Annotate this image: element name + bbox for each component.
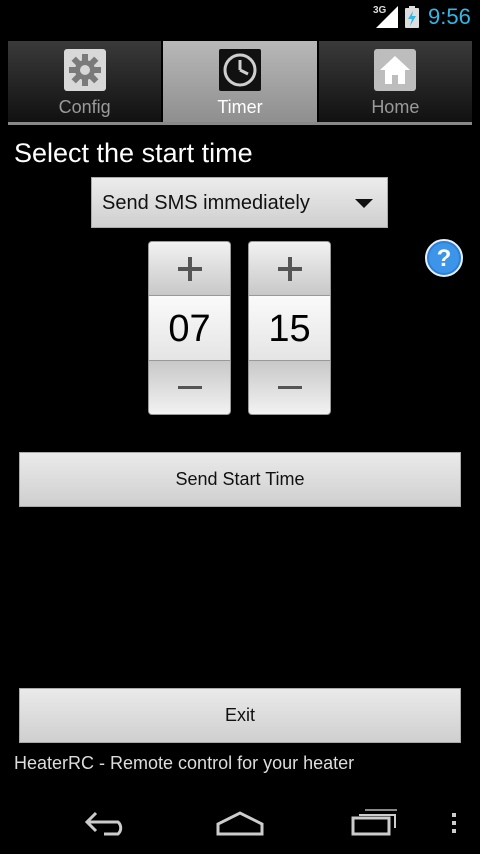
hour-decrement-button[interactable] (149, 360, 230, 414)
tab-config[interactable]: Config (8, 41, 164, 122)
overflow-menu-icon[interactable] (449, 812, 459, 834)
status-bar: 3G 9:56 (0, 0, 480, 34)
tab-timer[interactable]: Timer (163, 41, 319, 122)
exit-button[interactable]: Exit (19, 688, 461, 743)
tab-timer-label: Timer (217, 97, 263, 117)
tab-home[interactable]: Home (318, 41, 472, 122)
send-start-time-button[interactable]: Send Start Time (19, 452, 461, 507)
signal-icon (376, 6, 398, 28)
app-footer-text: HeaterRC - Remote control for your heate… (14, 753, 355, 773)
hour-increment-button[interactable] (149, 242, 230, 296)
tab-config-label: Config (58, 97, 111, 117)
page-title: Select the start time (14, 138, 253, 168)
minute-decrement-button[interactable] (249, 360, 330, 414)
help-icon[interactable]: ? (424, 238, 464, 278)
home-icon (374, 49, 417, 91)
send-mode-dropdown[interactable]: Send SMS immediately (91, 177, 388, 228)
battery-icon (405, 6, 419, 28)
minus-icon (277, 385, 302, 389)
hour-picker: 07 (148, 241, 231, 415)
plus-icon (177, 256, 202, 281)
status-clock: 9:56 (428, 4, 471, 29)
minute-value[interactable]: 15 (249, 296, 330, 362)
recent-apps-icon[interactable] (350, 808, 398, 836)
minus-icon (177, 385, 202, 389)
clock-icon (218, 49, 261, 91)
tab-bar: Config Timer Home (8, 41, 472, 125)
minute-increment-button[interactable] (249, 242, 330, 296)
gear-icon (63, 49, 106, 91)
navigation-bar (0, 794, 480, 854)
back-icon[interactable] (84, 810, 130, 836)
hour-value[interactable]: 07 (149, 296, 230, 362)
plus-icon (277, 256, 302, 281)
minute-picker: 15 (248, 241, 331, 415)
tab-home-label: Home (371, 97, 420, 117)
send-mode-selected: Send SMS immediately (102, 192, 310, 214)
home-nav-icon[interactable] (215, 810, 265, 836)
dropdown-arrow-icon (355, 199, 373, 208)
svg-text:?: ? (437, 245, 452, 272)
